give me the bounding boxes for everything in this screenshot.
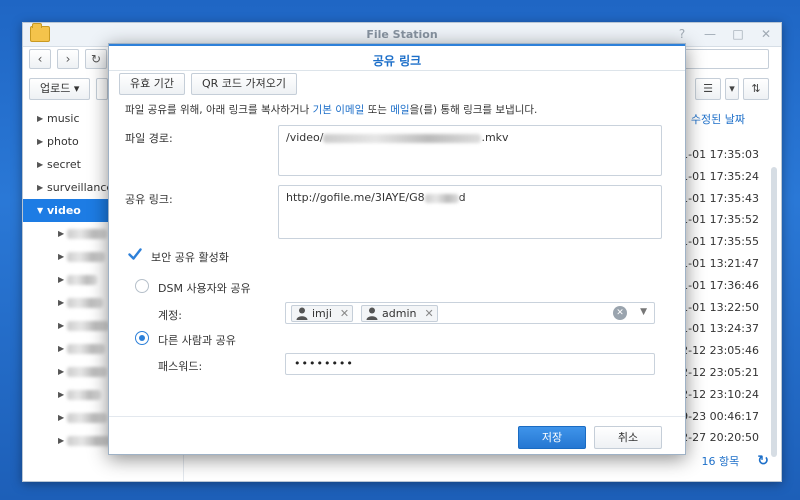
- blurred-folder-name: [67, 367, 107, 377]
- user-icon: [366, 307, 378, 320]
- caret-down-icon: ▼: [37, 206, 44, 215]
- blurred-folder-name: [67, 252, 105, 262]
- description-text: 또는: [364, 104, 391, 116]
- clear-icon[interactable]: ✕: [613, 306, 627, 320]
- caret-right-icon: ▶: [37, 114, 44, 123]
- blurred-link-part: [424, 193, 459, 203]
- account-token-field[interactable]: imji ✕ admin ✕ ✕ ▼: [285, 302, 655, 324]
- blurred-folder-name: [67, 298, 103, 308]
- forward-button[interactable]: ›: [57, 49, 79, 69]
- account-name: admin: [382, 307, 417, 320]
- caret-right-icon: ▶: [58, 252, 65, 261]
- file-path-field[interactable]: /video/ .mkv: [278, 125, 662, 176]
- dsm-share-label[interactable]: DSM 사용자와 공유: [158, 280, 251, 296]
- back-button[interactable]: ‹: [29, 49, 51, 69]
- caret-right-icon: ▶: [58, 229, 65, 238]
- dialog-accent-bar: [109, 44, 685, 46]
- tree-label: photo: [47, 135, 79, 148]
- close-icon[interactable]: ✕: [759, 27, 773, 41]
- caret-right-icon: ▶: [58, 344, 65, 353]
- caret-right-icon: ▶: [58, 367, 65, 376]
- maximize-icon[interactable]: □: [731, 27, 745, 41]
- share-link-suffix: d: [458, 191, 466, 204]
- account-token[interactable]: imji ✕: [291, 305, 354, 322]
- tree-label: music: [47, 112, 80, 125]
- tree-label: secret: [47, 158, 81, 171]
- upload-button[interactable]: 업로드 ▾: [29, 78, 91, 100]
- file-path-suffix: .mkv: [481, 131, 509, 144]
- file-path-label: 파일 경로:: [125, 132, 173, 145]
- tree-label: video: [47, 204, 81, 217]
- others-share-label[interactable]: 다른 사람과 공유: [158, 332, 236, 348]
- footer-divider: [109, 416, 685, 417]
- blurred-folder-name: [67, 275, 97, 285]
- dsm-share-radio[interactable]: [135, 279, 149, 293]
- caret-right-icon: ▶: [58, 436, 65, 445]
- checkmark-icon: [128, 248, 142, 260]
- others-share-radio[interactable]: [135, 331, 149, 345]
- user-icon: [296, 307, 308, 320]
- minimize-icon[interactable]: —: [703, 27, 717, 41]
- dialog-title: 공유 링크: [372, 54, 422, 68]
- caret-right-icon: ▶: [37, 160, 44, 169]
- account-name: imji: [312, 307, 332, 320]
- save-button[interactable]: 저장: [518, 426, 586, 449]
- get-qr-code-button[interactable]: QR 코드 가져오기: [190, 73, 297, 95]
- caret-right-icon: ▶: [58, 298, 65, 307]
- secure-share-checkbox[interactable]: [128, 247, 142, 261]
- sort-icon[interactable]: ⇅: [743, 78, 769, 100]
- caret-right-icon: ▶: [58, 275, 65, 284]
- refresh-icon[interactable]: ↻: [757, 453, 769, 469]
- password-input[interactable]: ••••••••: [285, 353, 655, 375]
- account-token[interactable]: admin ✕: [361, 305, 438, 322]
- blurred-folder-name: [67, 321, 109, 331]
- search-input[interactable]: [683, 49, 769, 69]
- caret-right-icon: ▶: [37, 137, 44, 146]
- password-label: 패스워드:: [158, 360, 203, 373]
- blurred-folder-name: [67, 436, 111, 446]
- remove-token-icon[interactable]: ✕: [424, 306, 433, 321]
- share-link-dialog: 공유 링크 유효 기간 QR 코드 가져오기 파일 공유를 위해, 아래 링크를…: [108, 43, 686, 455]
- dialog-divider: [109, 70, 685, 71]
- caret-right-icon: ▶: [58, 390, 65, 399]
- blurred-file-name: [323, 133, 482, 143]
- item-count: 16 항목: [701, 455, 740, 468]
- view-dropdown-icon[interactable]: ▾: [725, 78, 739, 100]
- default-email-link[interactable]: 기본 이메일: [313, 104, 365, 116]
- cancel-button[interactable]: 취소: [594, 426, 662, 449]
- description-text: 을(를) 통해 링크를 보냅니다.: [409, 104, 538, 116]
- modified-date-header[interactable]: 수정된 날짜: [691, 111, 745, 127]
- share-description: 파일 공유를 위해, 아래 링크를 복사하거나 기본 이메일 또는 메일을(를)…: [125, 102, 537, 117]
- caret-right-icon: ▶: [37, 183, 44, 192]
- tree-label: surveillance: [47, 181, 114, 194]
- upload-label: 업로드: [40, 82, 71, 95]
- description-text: 파일 공유를 위해, 아래 링크를 복사하거나: [125, 104, 313, 116]
- validity-period-button[interactable]: 유효 기간: [119, 73, 185, 95]
- help-icon[interactable]: ?: [675, 27, 689, 41]
- dropdown-arrow-icon[interactable]: ▼: [640, 307, 647, 317]
- account-label: 계정:: [158, 309, 182, 322]
- refresh-path-button[interactable]: ↻: [85, 49, 107, 69]
- window-title: File Station: [366, 28, 438, 41]
- create-button[interactable]: [96, 78, 109, 100]
- blurred-folder-name: [67, 413, 107, 423]
- mail-link[interactable]: 메일: [390, 104, 409, 116]
- list-view-icon[interactable]: ☰: [695, 78, 721, 100]
- share-link-field[interactable]: http://gofile.me/3IAYE/G8 d: [278, 185, 662, 239]
- vertical-scrollbar[interactable]: [771, 167, 777, 457]
- share-link-label: 공유 링크:: [125, 193, 173, 206]
- blurred-folder-name: [67, 229, 107, 239]
- secure-share-label[interactable]: 보안 공유 활성화: [151, 249, 229, 265]
- blurred-folder-name: [67, 344, 105, 354]
- caret-right-icon: ▶: [58, 413, 65, 422]
- blurred-folder-name: [67, 390, 101, 400]
- caret-right-icon: ▶: [58, 321, 65, 330]
- remove-token-icon[interactable]: ✕: [340, 306, 349, 321]
- share-link-prefix: http://gofile.me/3IAYE/G8: [286, 191, 425, 204]
- file-path-prefix: /video/: [286, 131, 324, 144]
